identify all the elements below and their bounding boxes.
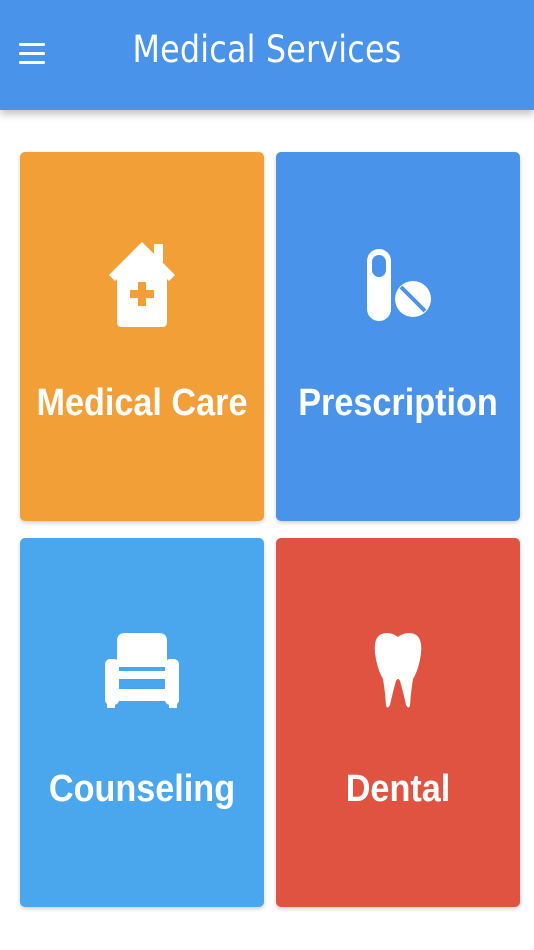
app-header: Medical Services (0, 0, 534, 110)
prescription-label: Prescription (298, 382, 498, 424)
services-grid: Medical Care Prescription Counseling Den… (20, 152, 520, 908)
dental-label: Dental (345, 768, 451, 810)
prescription-tile[interactable]: Prescription (276, 152, 520, 521)
page-title: Medical Services (132, 28, 402, 71)
medical-care-label: Medical Care (36, 382, 248, 424)
clinic-house-icon (100, 240, 184, 330)
tooth-icon (356, 626, 440, 716)
couch-icon (100, 626, 184, 716)
medical-care-tile[interactable]: Medical Care (20, 152, 264, 521)
pills-icon (356, 240, 440, 330)
dental-tile[interactable]: Dental (276, 538, 520, 907)
counseling-label: Counseling (48, 768, 236, 810)
app-screen: Medical Services Medical Care Prescripti… (0, 0, 534, 950)
counseling-tile[interactable]: Counseling (20, 538, 264, 907)
